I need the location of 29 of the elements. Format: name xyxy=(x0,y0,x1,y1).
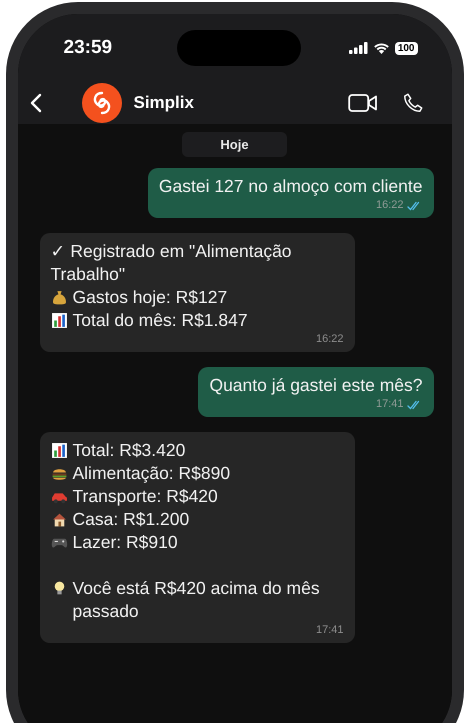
message-time: 16:22 xyxy=(316,333,344,346)
message-text: Você está R$420 acima do mês passado xyxy=(72,577,321,623)
contact-name[interactable]: Simplix xyxy=(134,93,194,113)
message-text: Total: R$3.420 xyxy=(72,439,186,462)
date-chip: Hoje xyxy=(182,132,287,157)
house-icon xyxy=(50,511,68,528)
message-text: Transporte: R$420 xyxy=(72,485,218,508)
bar-chart-icon xyxy=(50,312,68,329)
message-text: Gastos hoje: R$127 xyxy=(72,286,228,309)
signal-icon xyxy=(348,42,368,54)
bar-chart-icon xyxy=(50,442,68,459)
message-time: 17:41 xyxy=(376,398,404,411)
phone-call-icon[interactable] xyxy=(402,92,424,114)
message-text: ✓ Registrado em "Alimentação Trabalho" xyxy=(50,240,293,286)
avatar-icon[interactable] xyxy=(82,83,122,123)
message-text: Gastei 127 no almoço com cliente xyxy=(158,175,422,198)
video-call-icon[interactable] xyxy=(348,93,378,113)
message-time: 17:41 xyxy=(316,624,344,637)
message-text: Lazer: R$910 xyxy=(72,531,178,554)
status-time: 23:59 xyxy=(64,37,114,59)
battery-level: 100 xyxy=(394,42,418,54)
message-text: Quanto já gastei este mês? xyxy=(209,374,422,397)
wifi-icon xyxy=(372,42,390,54)
message-text: Casa: R$1.200 xyxy=(72,508,190,531)
message-text: Alimentação: R$890 xyxy=(72,462,230,485)
message-text: Total do mês: R$1.847 xyxy=(72,309,248,332)
money-bag-icon xyxy=(50,289,68,306)
back-icon[interactable] xyxy=(30,93,42,113)
message-time: 16:22 xyxy=(376,199,404,212)
